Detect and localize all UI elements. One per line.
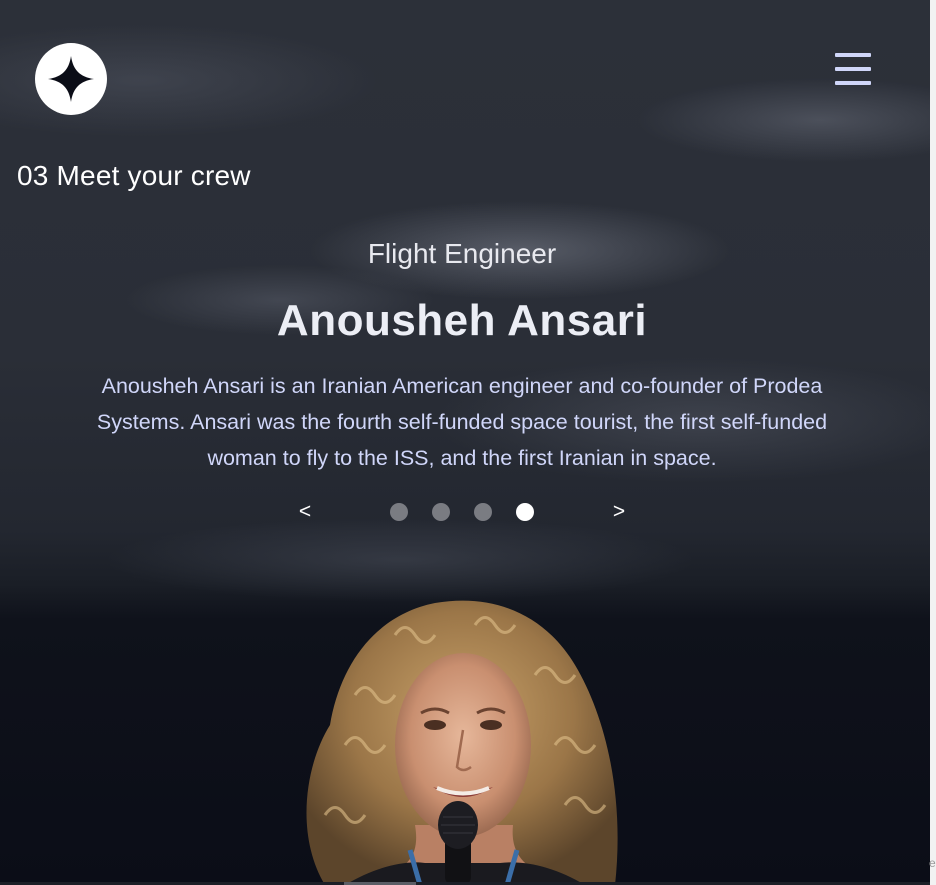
crew-bio: Anousheh Ansari is an Iranian American e… <box>96 374 828 470</box>
carousel-nav: < > <box>0 498 936 526</box>
crew-role: Flight Engineer <box>367 238 557 269</box>
logo[interactable] <box>35 43 107 115</box>
carousel-dot-1[interactable] <box>390 503 408 521</box>
carousel-next-button[interactable]: > <box>609 498 629 526</box>
vertical-scrollbar[interactable] <box>930 0 936 885</box>
crew-name: Anousheh Ansari <box>276 296 648 345</box>
page-title: 03 Meet your crew <box>17 160 251 191</box>
carousel-dot-3[interactable] <box>474 503 492 521</box>
carousel-dot-2[interactable] <box>432 503 450 521</box>
edge-fragment: e <box>929 856 936 870</box>
carousel-prev-button[interactable]: < <box>295 498 315 526</box>
star-logo-icon <box>48 56 94 102</box>
carousel-dot-4[interactable] <box>516 503 534 521</box>
crew-portrait <box>306 600 618 885</box>
crew-page: 03 Meet your crew Flight Engineer Anoush… <box>0 0 936 885</box>
hamburger-menu-icon[interactable] <box>835 52 871 86</box>
